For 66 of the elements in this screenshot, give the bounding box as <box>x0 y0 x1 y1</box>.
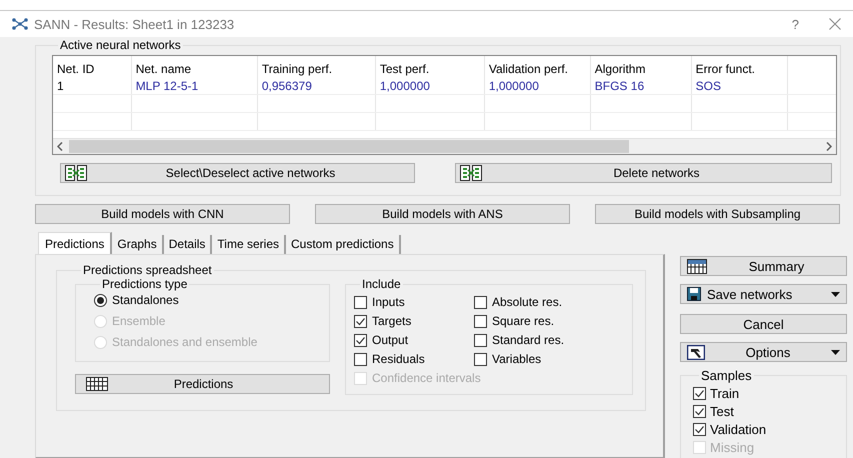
checkbox-label[interactable]: Train <box>710 386 740 400</box>
table-cell: 1 <box>53 78 132 94</box>
caret-icon <box>831 350 840 354</box>
network-icon <box>65 165 87 181</box>
tab[interactable]: Predictions <box>38 232 112 254</box>
column-header[interactable]: Net. ID <box>53 56 132 78</box>
close-icon[interactable] <box>829 18 841 30</box>
checkbox-label[interactable]: Residuals <box>372 352 425 366</box>
horizontal-scrollbar[interactable] <box>53 138 836 154</box>
checkbox[interactable] <box>474 334 487 346</box>
checkbox-label[interactable]: Output <box>372 333 408 347</box>
checkbox[interactable] <box>354 296 367 308</box>
floppy-icon <box>687 287 701 301</box>
table-cell: 1,000000 <box>484 78 590 94</box>
table-cell: SOS <box>691 78 787 94</box>
grid-icon <box>86 377 108 391</box>
column-header[interactable]: Error funct. <box>691 56 787 78</box>
column-header[interactable]: Algorithm <box>590 56 692 78</box>
checkbox[interactable] <box>693 422 706 436</box>
table-cell: MLP 12-5-1 <box>131 78 258 94</box>
build-models-button[interactable]: Build models with CNN <box>35 204 290 224</box>
column-header[interactable]: Net. name <box>131 56 258 78</box>
group-title: Include <box>361 277 402 291</box>
options-button[interactable]: Options <box>680 342 847 362</box>
column-header[interactable]: Training perf. <box>257 56 376 78</box>
radio-label[interactable]: Standalones <box>112 293 179 307</box>
column-header[interactable]: Validation perf. <box>484 56 590 78</box>
radio-button[interactable] <box>94 294 107 306</box>
group-title: Predictions type <box>101 277 188 291</box>
chevron-left-icon[interactable] <box>57 142 63 151</box>
checkbox-label[interactable]: Inputs <box>372 295 405 309</box>
caret-icon <box>831 292 840 296</box>
checkbox-label[interactable]: Targets <box>372 314 412 328</box>
save-networks-button[interactable]: Save networks <box>680 284 847 304</box>
checkbox[interactable] <box>354 314 367 328</box>
checkbox[interactable] <box>693 386 706 400</box>
checkbox[interactable] <box>474 314 487 328</box>
network-icon <box>460 165 482 181</box>
delete-networks-button[interactable]: Delete networks <box>455 163 832 183</box>
checkbox[interactable] <box>354 352 367 366</box>
select-deselect-button[interactable]: Select\Deselect active networks <box>60 163 415 183</box>
table-cell: 0,956379 <box>257 78 376 94</box>
window-title: SANN - Results: Sheet1 in 123233 <box>34 16 236 32</box>
checkbox-label[interactable]: Standard res. <box>492 333 564 347</box>
checkbox-label[interactable]: Square res. <box>492 314 554 328</box>
group-title: Samples <box>700 368 753 383</box>
checkbox-label[interactable]: Test <box>710 404 734 418</box>
predictions-button[interactable]: Predictions <box>75 374 330 394</box>
cancel-button[interactable]: Cancel <box>680 314 847 334</box>
network-app-icon <box>12 18 28 30</box>
checkbox[interactable] <box>474 296 487 308</box>
chevron-right-icon[interactable] <box>826 142 832 151</box>
report-icon <box>687 258 707 274</box>
column-header[interactable]: Test perf. <box>375 56 484 78</box>
checkbox[interactable] <box>354 334 367 346</box>
help-button[interactable]: ? <box>792 16 799 32</box>
table-cell: 1,000000 <box>375 78 484 94</box>
checkbox-label[interactable]: Validation <box>710 422 766 436</box>
summary-button[interactable]: Summary <box>680 256 847 276</box>
checkbox-label[interactable]: Absolute res. <box>492 295 562 309</box>
group-title: Predictions spreadsheet <box>82 263 213 277</box>
group-title: Active neural networks <box>59 38 182 52</box>
checkbox[interactable] <box>474 352 487 366</box>
table-cell: BFGS 16 <box>590 78 692 94</box>
checkbox-label[interactable]: Variables <box>492 352 542 366</box>
checkbox[interactable] <box>693 404 706 418</box>
